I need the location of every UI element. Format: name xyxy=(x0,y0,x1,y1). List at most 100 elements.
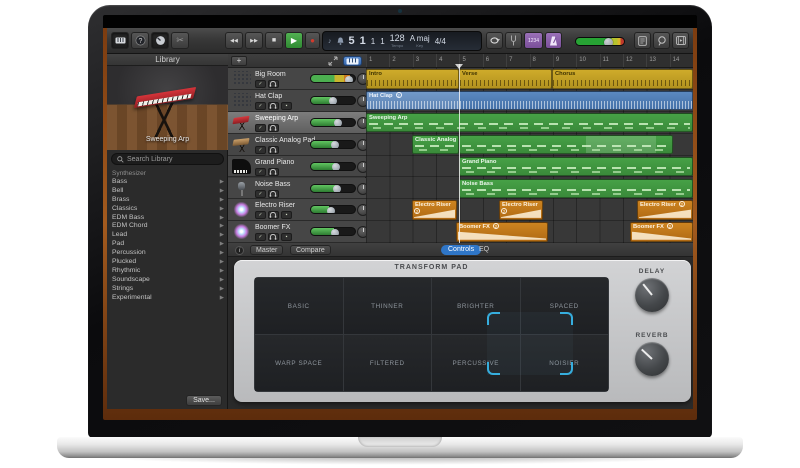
track-volume-slider[interactable] xyxy=(310,118,356,127)
library-item-experimental[interactable]: Experimental▶ xyxy=(107,294,228,303)
cycle-button[interactable] xyxy=(486,32,503,49)
track-volume-slider[interactable] xyxy=(310,184,356,193)
track-row-classic-analog-pad[interactable]: Classic Analog Pad ✓ xyxy=(228,134,366,156)
bar-ruler[interactable]: 1234567891011121314 xyxy=(366,54,693,68)
input-monitor-toggle[interactable]: ▪ xyxy=(281,211,292,219)
solo-headphones-toggle[interactable] xyxy=(268,211,279,219)
input-monitor-toggle[interactable]: ▪ xyxy=(281,233,292,241)
library-item-lead[interactable]: Lead▶ xyxy=(107,231,228,240)
region-electro-riser-3[interactable]: Electro Riser2 xyxy=(637,200,693,220)
play-button[interactable]: ▶ xyxy=(285,32,303,49)
track-volume-slider[interactable] xyxy=(310,74,356,83)
mute-toggle[interactable]: ✓ xyxy=(255,102,266,110)
library-item-strings[interactable]: Strings▶ xyxy=(107,285,228,294)
track-volume-slider[interactable] xyxy=(310,140,356,149)
library-item-brass[interactable]: Brass▶ xyxy=(107,196,228,205)
library-item-edm-chord[interactable]: EDM Chord▶ xyxy=(107,222,228,231)
media-browser-button[interactable] xyxy=(672,32,689,49)
solo-headphones-toggle[interactable] xyxy=(268,168,279,176)
mute-toggle[interactable]: ✓ xyxy=(255,233,266,241)
master-button[interactable]: Master xyxy=(250,245,283,255)
delay-knob[interactable] xyxy=(635,278,669,312)
library-item-plucked[interactable]: Plucked▶ xyxy=(107,258,228,267)
library-item-pad[interactable]: Pad▶ xyxy=(107,240,228,249)
region-sweeping-arp[interactable]: Sweeping Arp xyxy=(366,113,693,133)
track-row-big-room[interactable]: Big Room ✓ xyxy=(228,68,366,90)
region-chorus[interactable]: Chorus xyxy=(552,69,693,89)
playhead[interactable] xyxy=(459,64,460,243)
pad-warp-space[interactable]: WARP SPACE xyxy=(255,335,343,391)
track-volume-slider[interactable] xyxy=(310,205,356,214)
library-item-rhythmic[interactable]: Rhythmic▶ xyxy=(107,267,228,276)
rewind-button[interactable]: ◀◀ xyxy=(225,32,243,49)
smart-controls-button[interactable] xyxy=(151,32,169,49)
transform-pad-selection[interactable] xyxy=(487,312,573,375)
region-boomer-fx-1[interactable]: Boomer FX2 xyxy=(456,222,548,242)
track-volume-slider[interactable] xyxy=(310,162,356,171)
track-zoom-button[interactable] xyxy=(328,56,340,66)
region-grand-piano[interactable]: Grand Piano xyxy=(459,157,693,177)
region-hat-clap[interactable]: Hat Clap2 xyxy=(366,91,693,111)
library-toggle-button[interactable] xyxy=(111,32,129,49)
compare-button[interactable]: Compare xyxy=(290,245,331,255)
arrange-timeline[interactable]: Intro Verse Chorus Hat Clap2 Sweeping Ar… xyxy=(366,68,693,243)
track-row-electro-riser[interactable]: Electro Riser ✓ ▪ xyxy=(228,199,366,221)
library-search-input[interactable]: Search Library xyxy=(111,153,224,165)
save-button[interactable]: Save... xyxy=(186,395,222,406)
track-row-boomer-fx[interactable]: Boomer FX ✓ ▪ xyxy=(228,221,366,243)
library-item-bell[interactable]: Bell▶ xyxy=(107,187,228,196)
reverb-knob[interactable] xyxy=(635,342,669,376)
library-item-classics[interactable]: Classics▶ xyxy=(107,205,228,214)
track-volume-slider[interactable] xyxy=(310,96,356,105)
region-electro-riser-2[interactable]: Electro Riser2 xyxy=(499,200,543,220)
solo-headphones-toggle[interactable] xyxy=(268,190,279,198)
library-item-percussion[interactable]: Percussion▶ xyxy=(107,249,228,258)
mute-toggle[interactable]: ✓ xyxy=(255,146,266,154)
region-noise-bass[interactable]: Noise Bass xyxy=(459,179,693,199)
solo-headphones-toggle[interactable] xyxy=(268,102,279,110)
quick-help-button[interactable]: ? xyxy=(131,32,149,49)
info-icon[interactable]: i xyxy=(235,246,244,255)
notepad-button[interactable] xyxy=(634,32,651,49)
mute-toggle[interactable]: ✓ xyxy=(255,168,266,176)
forward-button[interactable]: ▶▶ xyxy=(245,32,263,49)
count-in-button[interactable]: 1234 xyxy=(524,32,543,49)
master-volume-thumb[interactable] xyxy=(604,38,613,46)
pad-basic[interactable]: BASIC xyxy=(255,278,343,334)
record-button[interactable]: ● xyxy=(305,32,320,49)
mute-toggle[interactable]: ✓ xyxy=(255,80,266,88)
library-item-bass[interactable]: Bass▶ xyxy=(107,178,228,187)
track-row-noise-bass[interactable]: Noise Bass ✓ xyxy=(228,178,366,200)
track-row-hat-clap[interactable]: Hat Clap ✓ ▪ xyxy=(228,90,366,112)
region-verse[interactable]: Verse xyxy=(459,69,552,89)
track-row-grand-piano[interactable]: Grand Piano ✓ xyxy=(228,156,366,178)
region-classic-analog-pad-2[interactable] xyxy=(459,135,673,155)
pad-thinner[interactable]: THINNER xyxy=(344,278,432,334)
musical-typing-toggle-button[interactable] xyxy=(343,56,362,66)
stop-button[interactable]: ■ xyxy=(265,32,283,49)
region-classic-analog-pad[interactable]: Classic Analog Pad xyxy=(412,135,459,155)
apple-loops-button[interactable] xyxy=(653,32,670,49)
region-intro[interactable]: Intro xyxy=(366,69,459,89)
region-electro-riser-1[interactable]: Electro Riser2 xyxy=(412,200,457,220)
solo-headphones-toggle[interactable] xyxy=(268,146,279,154)
library-item-edm-bass[interactable]: EDM Bass▶ xyxy=(107,214,228,223)
editors-button[interactable]: ✂ xyxy=(171,32,189,49)
track-volume-slider[interactable] xyxy=(310,227,356,236)
track-row-sweeping-arp[interactable]: Sweeping Arp ✓ xyxy=(228,112,366,134)
mute-toggle[interactable]: ✓ xyxy=(255,124,266,132)
mute-toggle[interactable]: ✓ xyxy=(255,190,266,198)
solo-headphones-toggle[interactable] xyxy=(268,233,279,241)
master-volume-slider[interactable] xyxy=(575,37,625,46)
input-monitor-toggle[interactable]: ▪ xyxy=(281,102,292,110)
region-boomer-fx-2[interactable]: Boomer FX2 xyxy=(630,222,693,242)
tab-eq[interactable]: EQ xyxy=(475,245,493,255)
solo-headphones-toggle[interactable] xyxy=(268,80,279,88)
library-item-soundscape[interactable]: Soundscape▶ xyxy=(107,276,228,285)
metronome-button[interactable] xyxy=(545,32,562,49)
solo-headphones-toggle[interactable] xyxy=(268,124,279,132)
mute-toggle[interactable]: ✓ xyxy=(255,211,266,219)
add-track-button[interactable]: + xyxy=(231,56,247,66)
tuner-button[interactable] xyxy=(505,32,522,49)
lcd-display[interactable]: ♪ 5 1 1 1 128Tempo A majKey 4/4 xyxy=(322,31,482,51)
